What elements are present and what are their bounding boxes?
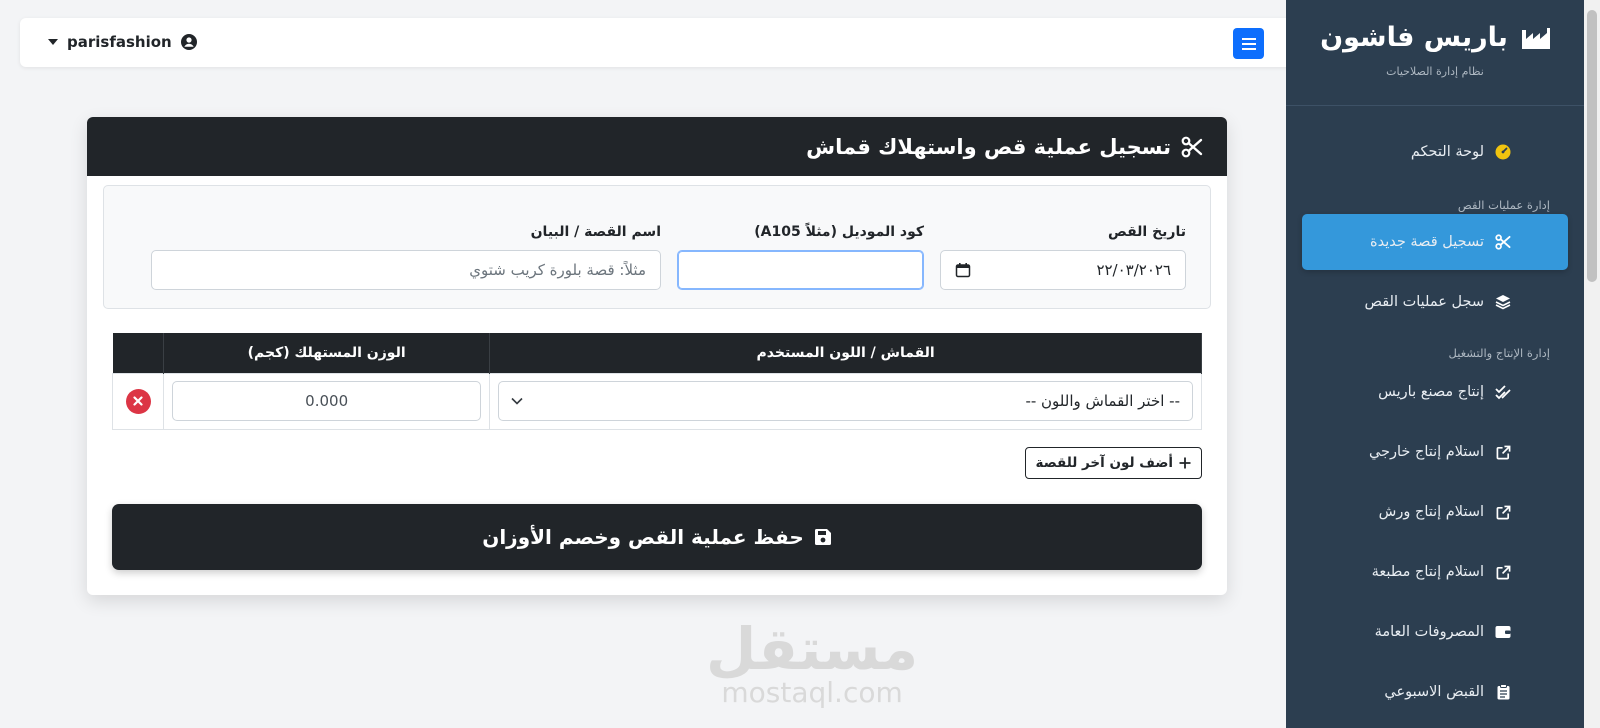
fabric-lines-table: القماش / اللون المستخدم الوزن المستهلك (… [112, 333, 1202, 430]
sidebar-item-cutting-log[interactable]: سجل عمليات القص [1302, 274, 1568, 330]
sidebar-item-label: استلام إنتاج مطبعة [1371, 564, 1484, 580]
date-label: تاريخ القص [1107, 224, 1186, 240]
external-link-icon [1494, 563, 1512, 581]
name-label: اسم القصة / البيان [530, 224, 661, 240]
form-section: تاريخ القص ٢٢/٠٣/٢٠٢٦ كود الموديل (مثلاً… [103, 185, 1211, 309]
external-link-icon [1494, 503, 1512, 521]
watermark-logo: مستقل mostaql.com [706, 620, 918, 708]
user-menu[interactable]: parisfashion [48, 33, 197, 51]
top-navbar: parisfashion [20, 18, 1292, 67]
fabric-column-header: القماش / اللون المستخدم [489, 333, 1202, 373]
watermark-arabic: مستقل [706, 615, 919, 683]
save-label: حفظ عملية القص وخصم الأوزان [482, 525, 804, 549]
section-production-label: إدارة الإنتاج والتشغيل [1448, 346, 1550, 360]
card-header: تسجيل عملية قص واستهلاك قماش [87, 117, 1227, 176]
add-color-label: أضف لون آخر للقصة [1035, 455, 1173, 471]
name-group: اسم القصة / البيان [151, 224, 661, 290]
factory-icon [1521, 27, 1550, 49]
layers-icon [1494, 293, 1512, 311]
scissors-icon [1494, 233, 1512, 251]
scrollbar[interactable] [1584, 0, 1600, 728]
date-input[interactable]: ٢٢/٠٣/٢٠٢٦ [940, 250, 1186, 290]
model-code-input[interactable] [677, 250, 924, 290]
sidebar-item-print-production[interactable]: استلام إنتاج مطبعة [1302, 544, 1568, 600]
remove-row-button[interactable] [125, 388, 151, 414]
username: parisfashion [67, 33, 172, 51]
sidebar-item-weekly-payment[interactable]: القبض الاسبوعي [1302, 664, 1568, 720]
sidebar-item-expenses[interactable]: المصروفات العامة [1302, 604, 1568, 660]
sidebar-item-new-cut[interactable]: تسجيل قصة جديدة [1302, 214, 1568, 270]
gauge-icon [1494, 143, 1512, 161]
sidebar: باريس فاشون نظام إدارة الصلاحيات لوحة ال… [1286, 0, 1584, 728]
weight-value: 0.000 [305, 392, 349, 410]
cutting-form-card: تسجيل عملية قص واستهلاك قماش تاريخ القص … [87, 117, 1227, 595]
watermark-latin: mostaql.com [721, 676, 903, 709]
section-cutting-label: إدارة عمليات القص [1457, 198, 1550, 212]
brand-name: باريس فاشون [1320, 22, 1508, 53]
sidebar-item-dashboard[interactable]: لوحة التحكم [1302, 124, 1568, 180]
hamburger-icon [1241, 37, 1256, 50]
external-link-icon [1494, 443, 1512, 461]
save-cutting-button[interactable]: حفظ عملية القص وخصم الأوزان [112, 504, 1202, 570]
clipboard-icon [1494, 683, 1512, 701]
chevron-down-icon [511, 397, 523, 405]
sidebar-toggle-button[interactable] [1233, 28, 1264, 59]
action-column-header [112, 333, 164, 373]
sidebar-item-external-production[interactable]: استلام إنتاج خارجي [1302, 424, 1568, 480]
sidebar-item-label: استلام إنتاج خارجي [1368, 444, 1484, 460]
fabric-select[interactable]: -- اختر القماش واللون -- [498, 381, 1193, 421]
date-group: تاريخ القص ٢٢/٠٣/٢٠٢٦ [940, 224, 1186, 290]
model-group: كود الموديل (مثلاً A105) [677, 224, 924, 290]
close-icon [133, 396, 143, 406]
user-circle-icon [180, 34, 197, 50]
sidebar-item-label: تسجيل قصة جديدة [1369, 234, 1484, 250]
add-color-button[interactable]: أضف لون آخر للقصة [1024, 447, 1202, 479]
sidebar-item-label: سجل عمليات القص [1364, 294, 1484, 310]
scrollbar-thumb[interactable] [1587, 10, 1597, 282]
sidebar-item-paris-production[interactable]: إنتاج مصنع باريس [1302, 364, 1568, 420]
batch-name-input[interactable] [151, 250, 661, 290]
sidebar-item-label: استلام إنتاج ورش [1378, 504, 1484, 520]
date-value: ٢٢/٠٣/٢٠٢٦ [1096, 261, 1171, 279]
floppy-disk-icon [814, 529, 831, 545]
fabric-select-value: -- اختر القماش واللون -- [1025, 392, 1180, 410]
sidebar-item-label: لوحة التحكم [1410, 144, 1484, 160]
sidebar-item-label: القبض الاسبوعي [1384, 684, 1484, 700]
sidebar-item-label: المصروفات العامة [1374, 624, 1484, 640]
sidebar-item-workshop-production[interactable]: استلام إنتاج ورش [1302, 484, 1568, 540]
table-row: -- اختر القماش واللون -- 0.000 [112, 372, 1202, 430]
sidebar-brand: باريس فاشون نظام إدارة الصلاحيات [1286, 0, 1584, 106]
weight-input[interactable]: 0.000 [172, 381, 482, 421]
weight-column-header: الوزن المستهلك (كجم) [163, 333, 491, 373]
sidebar-item-label: إنتاج مصنع باريس [1378, 384, 1484, 400]
model-label: كود الموديل (مثلاً A105) [754, 224, 924, 240]
brand-subtitle: نظام إدارة الصلاحيات [1386, 65, 1484, 78]
wallet-icon [1494, 623, 1512, 641]
card-title: تسجيل عملية قص واستهلاك قماش [806, 134, 1171, 159]
plus-icon [1179, 457, 1191, 469]
scissors-icon [1181, 136, 1203, 157]
check-double-icon [1494, 383, 1512, 401]
calendar-icon[interactable] [955, 262, 971, 278]
caret-down-icon [48, 39, 58, 45]
